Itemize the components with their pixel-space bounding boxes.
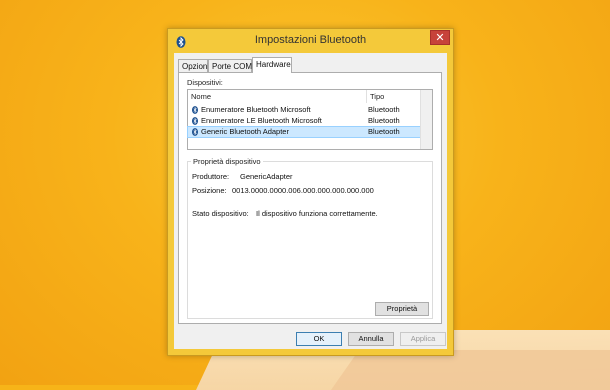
cancel-button[interactable]: Annulla	[348, 332, 394, 346]
column-header-type[interactable]: Tipo	[367, 90, 421, 103]
tab-porte-com[interactable]: Porte COM	[208, 59, 252, 72]
status-label: Stato dispositivo:	[192, 209, 249, 218]
device-row[interactable]: Enumeratore LE Bluetooth Microsoft Bluet…	[188, 116, 420, 126]
device-name: Enumeratore Bluetooth Microsoft	[201, 105, 311, 114]
properties-button[interactable]: Proprietà	[375, 302, 429, 316]
device-type: Bluetooth	[368, 105, 400, 114]
bluetooth-icon	[192, 117, 198, 125]
list-scrollbar[interactable]	[420, 90, 432, 149]
tab-hardware[interactable]: Hardware	[252, 57, 292, 73]
device-row[interactable]: Enumeratore Bluetooth Microsoft Bluetoot…	[188, 105, 420, 115]
devices-list[interactable]: Nome Tipo Enumeratore Bluetooth Microsof…	[187, 89, 433, 150]
tab-opzioni[interactable]: Opzioni	[178, 59, 209, 72]
ok-button[interactable]: OK	[296, 332, 342, 346]
devices-label: Dispositivi:	[187, 78, 223, 87]
manufacturer-value: GenericAdapter	[240, 172, 293, 181]
window-title: Impostazioni Bluetooth	[254, 34, 367, 46]
device-name: Generic Bluetooth Adapter	[201, 127, 289, 136]
bluetooth-settings-dialog: Impostazioni Bluetooth ✕ Opzioni Porte C…	[167, 28, 454, 356]
status-value: Il dispositivo funziona correttamente.	[256, 209, 378, 218]
manufacturer-label: Produttore:	[192, 172, 230, 181]
bluetooth-icon	[192, 128, 198, 136]
column-header-name[interactable]: Nome	[188, 90, 367, 103]
properties-label: Proprietà dispositivo	[191, 157, 263, 166]
hardware-tab-panel: Dispositivi: Nome Tipo Enumeratore Bluet…	[178, 72, 442, 324]
apply-button[interactable]: Applica	[400, 332, 446, 346]
dialog-client-area: Opzioni Porte COM Hardware Dispositivi: …	[174, 53, 447, 349]
device-row-selected[interactable]: Generic Bluetooth Adapter Bluetooth	[187, 126, 421, 138]
device-properties-group: Produttore: GenericAdapter Posizione: 00…	[187, 161, 433, 319]
bluetooth-icon	[192, 106, 198, 114]
device-type: Bluetooth	[368, 116, 400, 125]
device-type: Bluetooth	[368, 127, 400, 136]
position-label: Posizione:	[192, 186, 227, 195]
desktop-decoration-shadow	[330, 350, 610, 390]
device-name: Enumeratore LE Bluetooth Microsoft	[201, 116, 322, 125]
title-bar[interactable]: Impostazioni Bluetooth ✕	[168, 29, 453, 55]
close-button[interactable]: ✕	[430, 30, 450, 45]
position-value: 0013.0000.0000.006.000.000.000.000.000	[232, 186, 374, 195]
